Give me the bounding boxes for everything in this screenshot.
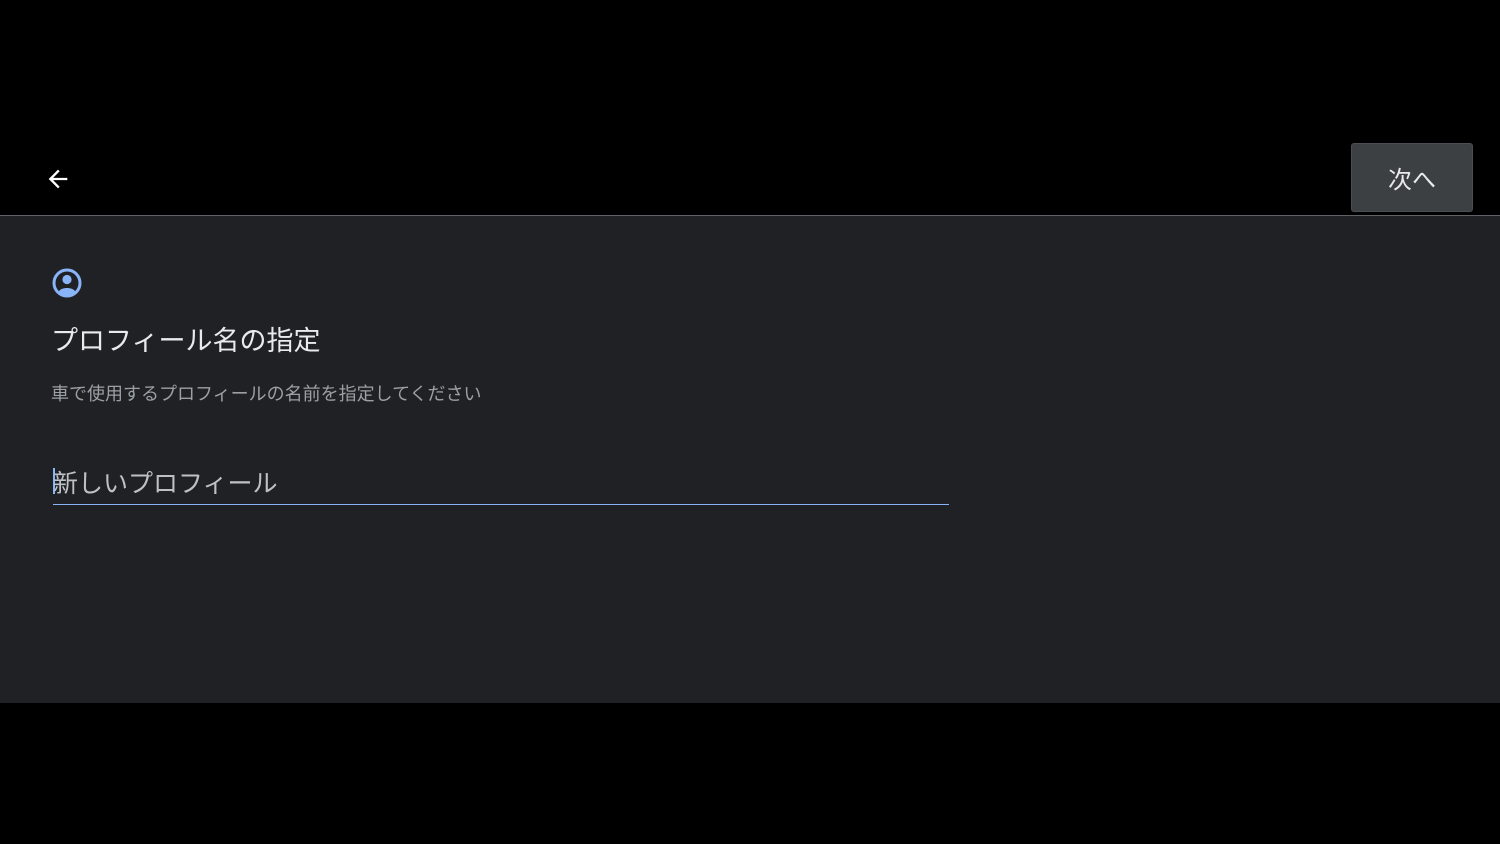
- next-button[interactable]: 次へ: [1351, 143, 1473, 212]
- content-panel: [0, 216, 1500, 703]
- page-title: プロフィール名の指定: [51, 326, 321, 357]
- page-subtitle: 車で使用するプロフィールの名前を指定してください: [51, 384, 482, 405]
- back-button[interactable]: [32, 156, 84, 202]
- profile-name-field[interactable]: [53, 463, 949, 505]
- bottom-letterbox: [0, 703, 1500, 844]
- screen: 次へ プロフィール名の指定 車で使用するプロフィールの名前を指定してください: [0, 0, 1500, 844]
- app-bar: [0, 141, 1500, 215]
- account-circle-icon: [51, 267, 83, 299]
- arrow-back-icon: [48, 169, 68, 189]
- top-letterbox: [0, 0, 1500, 140]
- profile-name-input[interactable]: [53, 465, 943, 501]
